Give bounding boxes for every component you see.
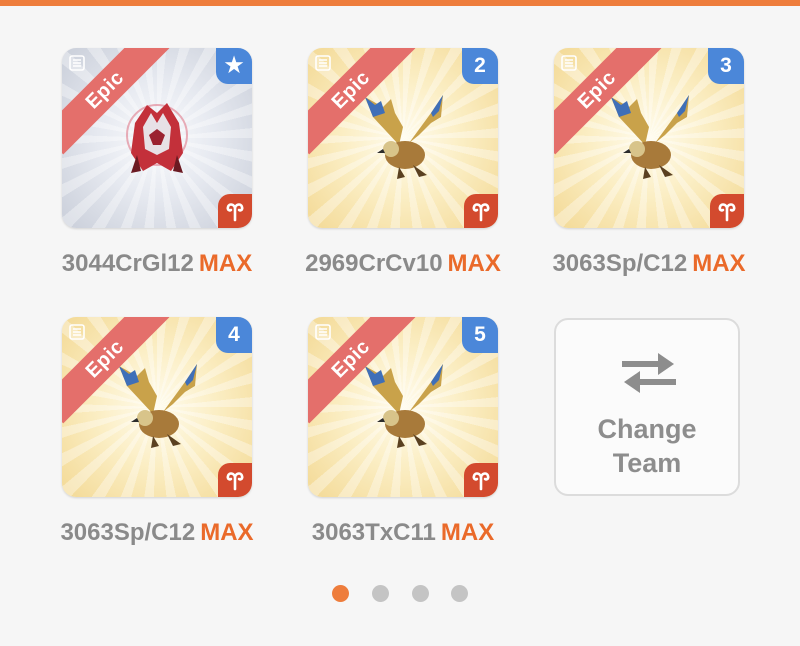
page-dot-4[interactable] <box>451 585 468 602</box>
level-max-label: MAX <box>692 250 746 277</box>
creature-portrait[interactable]: Epic 2 <box>308 48 498 228</box>
aries-icon <box>218 463 252 497</box>
change-team-line1: Change <box>597 414 697 444</box>
slot-number-badge: 2 <box>462 48 498 84</box>
level-max-label: MAX <box>447 250 501 277</box>
team-slot-1[interactable]: Epic ★ 3044CrGl12 MAX <box>62 48 252 277</box>
creature-label: 3063Sp/C12 MAX <box>32 519 282 547</box>
page-indicator <box>0 585 800 603</box>
change-team-button[interactable]: Change Team <box>554 318 740 496</box>
aries-icon <box>710 194 744 228</box>
slot-number-badge: 5 <box>462 317 498 353</box>
level-max-label: MAX <box>198 250 253 277</box>
aries-icon <box>464 463 498 497</box>
creature-name: 3063Sp/C12 <box>552 250 688 277</box>
creature-label: 3063TxC11 MAX <box>278 519 528 547</box>
level-max-label: MAX <box>440 519 495 546</box>
creature-label: 2969CrCv10 MAX <box>278 250 528 278</box>
creature-label: 3044CrGl12 MAX <box>32 250 282 278</box>
star-icon: ★ <box>216 48 252 84</box>
level-max-label: MAX <box>200 519 254 546</box>
swap-arrows-icon <box>622 353 676 393</box>
slot-number-badge: 4 <box>216 317 252 353</box>
creature-name: 3044CrGl12 <box>61 250 194 277</box>
aries-icon <box>464 194 498 228</box>
creature-label: 3063Sp/C12 MAX <box>524 250 774 278</box>
creature-name: 3063TxC11 <box>311 519 436 546</box>
document-icon <box>315 55 331 71</box>
creature-portrait[interactable]: Epic 4 <box>62 317 252 497</box>
document-icon <box>561 55 577 71</box>
top-accent-bar <box>0 0 800 6</box>
creature-name: 2969CrCv10 <box>305 250 443 277</box>
page-dot-2[interactable] <box>372 585 389 602</box>
document-icon <box>315 324 331 340</box>
slot-number-badge: 3 <box>708 48 744 84</box>
change-team-line2: Team <box>612 448 682 478</box>
team-slot-5[interactable]: Epic 5 3063TxC11 MAX <box>308 317 498 546</box>
document-icon <box>69 324 85 340</box>
page-dot-1[interactable] <box>332 585 349 602</box>
aries-icon <box>218 194 252 228</box>
team-slot-4[interactable]: Epic 4 3063Sp/C12 MAX <box>60 317 254 546</box>
creature-name: 3063Sp/C12 <box>60 519 196 546</box>
creature-portrait[interactable]: Epic 3 <box>554 48 744 228</box>
document-icon <box>69 55 85 71</box>
team-slot-2[interactable]: Epic 2 2969CrCv10 MAX <box>305 48 501 277</box>
creature-portrait[interactable]: Epic 5 <box>308 317 498 497</box>
page-dot-3[interactable] <box>412 585 429 602</box>
team-slot-3[interactable]: Epic 3 3063Sp/C12 MAX <box>552 48 746 277</box>
change-team-label: Change Team <box>556 412 738 480</box>
creature-portrait[interactable]: Epic ★ <box>62 48 252 228</box>
